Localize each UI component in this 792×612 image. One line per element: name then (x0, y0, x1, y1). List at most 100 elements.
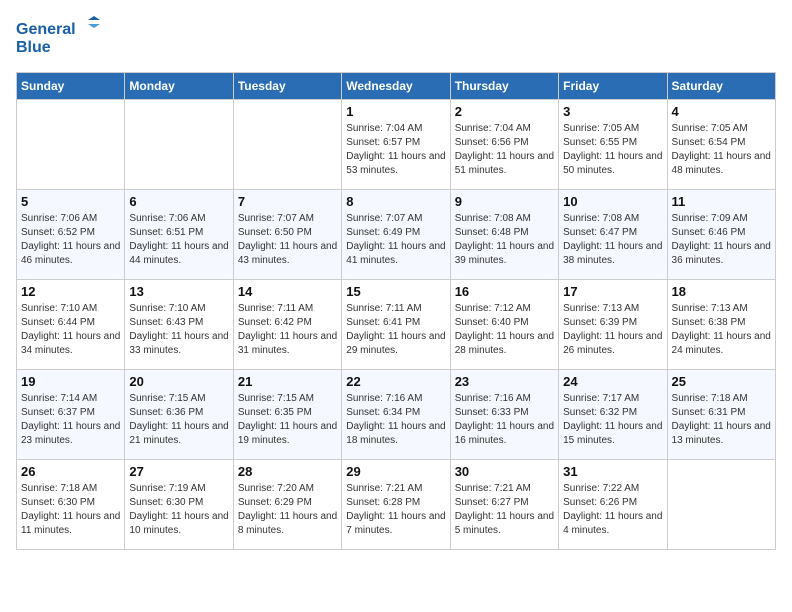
calendar-day-cell: 6 Sunrise: 7:06 AM Sunset: 6:51 PM Daylig… (125, 190, 233, 280)
day-info: Sunrise: 7:14 AM Sunset: 6:37 PM Dayligh… (21, 392, 120, 448)
svg-text:General: General (16, 21, 76, 38)
logo-svg: General Blue (16, 16, 106, 60)
day-number: 31 (563, 464, 662, 479)
day-of-week-header: Wednesday (342, 73, 450, 100)
calendar-week-row: 1Sunrise: 7:04 AM Sunset: 6:57 PM Daylig… (17, 100, 776, 190)
calendar-day-cell (17, 100, 125, 190)
calendar-day-cell: 11Sunrise: 7:09 AM Sunset: 6:46 PM Dayli… (667, 190, 775, 280)
day-info: Sunrise: 7:12 AM Sunset: 6:40 PM Dayligh… (455, 302, 554, 358)
calendar-table: SundayMondayTuesdayWednesdayThursdayFrid… (16, 72, 776, 550)
day-number: 8 (346, 194, 445, 209)
day-number: 14 (238, 284, 337, 299)
calendar-day-cell: 23 Sunrise: 7:16 AM Sunset: 6:33 PM Dayli… (450, 370, 558, 460)
day-of-week-header: Monday (125, 73, 233, 100)
calendar-day-cell: 3 Sunrise: 7:05 AM Sunset: 6:55 PM Daylig… (559, 100, 667, 190)
day-number: 21 (238, 374, 337, 389)
calendar-header-row: SundayMondayTuesdayWednesdayThursdayFrid… (17, 73, 776, 100)
day-number: 10 (563, 194, 662, 209)
calendar-day-cell: 18 Sunrise: 7:13 AM Sunset: 6:38 PM Dayli… (667, 280, 775, 370)
calendar-day-cell: 24 Sunrise: 7:17 AM Sunset: 6:32 PM Dayli… (559, 370, 667, 460)
day-info: Sunrise: 7:04 AM Sunset: 6:56 PM Dayligh… (455, 122, 554, 178)
calendar-day-cell: 15 Sunrise: 7:11 AM Sunset: 6:41 PM Dayli… (342, 280, 450, 370)
day-number: 15 (346, 284, 445, 299)
calendar-day-cell: 16 Sunrise: 7:12 AM Sunset: 6:40 PM Dayli… (450, 280, 558, 370)
day-info: Sunrise: 7:05 AM Sunset: 6:55 PM Dayligh… (563, 122, 662, 178)
day-info: Sunrise: 7:11 AM Sunset: 6:42 PM Dayligh… (238, 302, 337, 358)
calendar-week-row: 5 Sunrise: 7:06 AM Sunset: 6:52 PM Daylig… (17, 190, 776, 280)
calendar-day-cell: 12 Sunrise: 7:10 AM Sunset: 6:44 PM Dayli… (17, 280, 125, 370)
day-info: Sunrise: 7:04 AM Sunset: 6:57 PM Dayligh… (346, 122, 445, 178)
day-info: Sunrise: 7:16 AM Sunset: 6:33 PM Dayligh… (455, 392, 554, 448)
calendar-week-row: 12 Sunrise: 7:10 AM Sunset: 6:44 PM Dayli… (17, 280, 776, 370)
day-info: Sunrise: 7:08 AM Sunset: 6:48 PM Dayligh… (455, 212, 554, 268)
calendar-day-cell: 8 Sunrise: 7:07 AM Sunset: 6:49 PM Daylig… (342, 190, 450, 280)
day-number: 26 (21, 464, 120, 479)
calendar-day-cell: 1Sunrise: 7:04 AM Sunset: 6:57 PM Daylig… (342, 100, 450, 190)
day-info: Sunrise: 7:15 AM Sunset: 6:36 PM Dayligh… (129, 392, 228, 448)
day-number: 9 (455, 194, 554, 209)
day-number: 4 (672, 104, 771, 119)
calendar-day-cell (233, 100, 341, 190)
calendar-day-cell: 7 Sunrise: 7:07 AM Sunset: 6:50 PM Daylig… (233, 190, 341, 280)
calendar-day-cell (667, 460, 775, 550)
day-of-week-header: Tuesday (233, 73, 341, 100)
day-number: 11 (672, 194, 771, 209)
calendar-day-cell: 27Sunrise: 7:19 AM Sunset: 6:30 PM Dayli… (125, 460, 233, 550)
calendar-day-cell: 9 Sunrise: 7:08 AM Sunset: 6:48 PM Daylig… (450, 190, 558, 280)
day-number: 30 (455, 464, 554, 479)
calendar-day-cell: 31 Sunrise: 7:22 AM Sunset: 6:26 PM Dayli… (559, 460, 667, 550)
calendar-day-cell: 17Sunrise: 7:13 AM Sunset: 6:39 PM Dayli… (559, 280, 667, 370)
calendar-day-cell: 22Sunrise: 7:16 AM Sunset: 6:34 PM Dayli… (342, 370, 450, 460)
calendar-day-cell: 10 Sunrise: 7:08 AM Sunset: 6:47 PM Dayli… (559, 190, 667, 280)
day-info: Sunrise: 7:06 AM Sunset: 6:51 PM Dayligh… (129, 212, 228, 268)
day-info: Sunrise: 7:13 AM Sunset: 6:38 PM Dayligh… (672, 302, 771, 358)
day-of-week-header: Thursday (450, 73, 558, 100)
calendar-day-cell: 20 Sunrise: 7:15 AM Sunset: 6:36 PM Dayli… (125, 370, 233, 460)
calendar-week-row: 19Sunrise: 7:14 AM Sunset: 6:37 PM Dayli… (17, 370, 776, 460)
day-info: Sunrise: 7:08 AM Sunset: 6:47 PM Dayligh… (563, 212, 662, 268)
logo: General Blue (16, 16, 106, 60)
day-of-week-header: Saturday (667, 73, 775, 100)
day-of-week-header: Sunday (17, 73, 125, 100)
day-number: 25 (672, 374, 771, 389)
day-number: 5 (21, 194, 120, 209)
day-number: 3 (563, 104, 662, 119)
day-number: 7 (238, 194, 337, 209)
calendar-day-cell: 21 Sunrise: 7:15 AM Sunset: 6:35 PM Dayli… (233, 370, 341, 460)
day-info: Sunrise: 7:16 AM Sunset: 6:34 PM Dayligh… (346, 392, 445, 448)
day-info: Sunrise: 7:07 AM Sunset: 6:49 PM Dayligh… (346, 212, 445, 268)
day-number: 29 (346, 464, 445, 479)
day-number: 18 (672, 284, 771, 299)
calendar-day-cell: 2Sunrise: 7:04 AM Sunset: 6:56 PM Daylig… (450, 100, 558, 190)
day-info: Sunrise: 7:10 AM Sunset: 6:44 PM Dayligh… (21, 302, 120, 358)
day-of-week-header: Friday (559, 73, 667, 100)
day-info: Sunrise: 7:06 AM Sunset: 6:52 PM Dayligh… (21, 212, 120, 268)
calendar-day-cell: 13Sunrise: 7:10 AM Sunset: 6:43 PM Dayli… (125, 280, 233, 370)
calendar-day-cell: 29 Sunrise: 7:21 AM Sunset: 6:28 PM Dayli… (342, 460, 450, 550)
day-info: Sunrise: 7:15 AM Sunset: 6:35 PM Dayligh… (238, 392, 337, 448)
calendar-day-cell: 28 Sunrise: 7:20 AM Sunset: 6:29 PM Dayli… (233, 460, 341, 550)
day-number: 24 (563, 374, 662, 389)
day-info: Sunrise: 7:22 AM Sunset: 6:26 PM Dayligh… (563, 482, 662, 538)
day-info: Sunrise: 7:11 AM Sunset: 6:41 PM Dayligh… (346, 302, 445, 358)
calendar-day-cell (125, 100, 233, 190)
calendar-day-cell: 19Sunrise: 7:14 AM Sunset: 6:37 PM Dayli… (17, 370, 125, 460)
day-info: Sunrise: 7:20 AM Sunset: 6:29 PM Dayligh… (238, 482, 337, 538)
calendar-day-cell: 5 Sunrise: 7:06 AM Sunset: 6:52 PM Daylig… (17, 190, 125, 280)
day-number: 20 (129, 374, 228, 389)
day-info: Sunrise: 7:21 AM Sunset: 6:28 PM Dayligh… (346, 482, 445, 538)
day-number: 13 (129, 284, 228, 299)
day-number: 6 (129, 194, 228, 209)
day-info: Sunrise: 7:13 AM Sunset: 6:39 PM Dayligh… (563, 302, 662, 358)
calendar-day-cell: 26Sunrise: 7:18 AM Sunset: 6:30 PM Dayli… (17, 460, 125, 550)
day-number: 16 (455, 284, 554, 299)
day-number: 27 (129, 464, 228, 479)
day-number: 28 (238, 464, 337, 479)
day-info: Sunrise: 7:17 AM Sunset: 6:32 PM Dayligh… (563, 392, 662, 448)
day-info: Sunrise: 7:21 AM Sunset: 6:27 PM Dayligh… (455, 482, 554, 538)
calendar-day-cell: 4Sunrise: 7:05 AM Sunset: 6:54 PM Daylig… (667, 100, 775, 190)
day-number: 23 (455, 374, 554, 389)
page-header: General Blue (16, 16, 776, 60)
day-info: Sunrise: 7:07 AM Sunset: 6:50 PM Dayligh… (238, 212, 337, 268)
day-number: 12 (21, 284, 120, 299)
